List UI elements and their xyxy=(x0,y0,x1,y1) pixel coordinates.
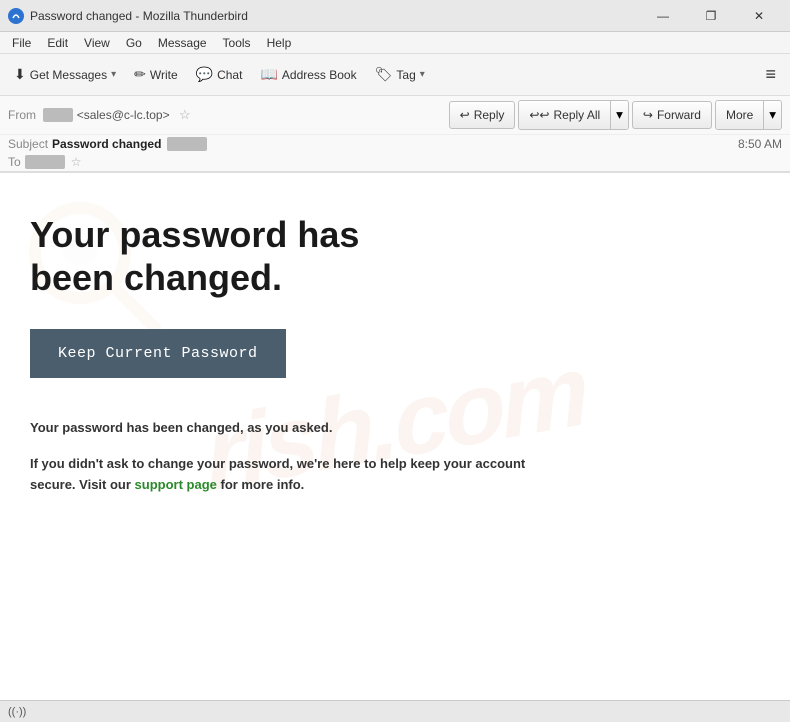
get-messages-button[interactable]: ⬇ Get Messages ▾ xyxy=(6,59,124,91)
menu-help[interactable]: Help xyxy=(259,32,300,54)
to-row: To ☆ xyxy=(0,153,790,171)
get-messages-dropdown-arrow[interactable]: ▾ xyxy=(111,69,116,80)
subject-row: Subject Password changed 8:50 AM xyxy=(0,135,790,153)
minimize-button[interactable]: — xyxy=(640,0,686,32)
email-paragraph-2: If you didn't ask to change your passwor… xyxy=(30,454,530,496)
reply-all-dropdown-button[interactable]: ▾ xyxy=(610,101,628,129)
more-dropdown-button[interactable]: ▾ xyxy=(763,101,781,129)
menu-view[interactable]: View xyxy=(76,32,118,54)
status-icon: ((·)) xyxy=(8,706,26,718)
email-action-buttons: ↩ Reply ↩↩ Reply All ▾ ↪ Forward More xyxy=(449,100,782,130)
from-email: <sales@c-lc.top> xyxy=(77,108,170,122)
menu-edit[interactable]: Edit xyxy=(39,32,76,54)
hamburger-menu-button[interactable]: ≡ xyxy=(757,59,784,91)
app-icon xyxy=(8,8,24,24)
from-label: From xyxy=(8,108,36,122)
reply-all-main-button[interactable]: ↩↩ Reply All xyxy=(519,101,610,129)
app-window: Password changed - Mozilla Thunderbird —… xyxy=(0,0,790,722)
email-header: From <sales@c-lc.top> ☆ ↩ Reply ↩↩ Reply… xyxy=(0,96,790,173)
more-main-button[interactable]: More xyxy=(716,101,763,129)
address-book-icon: 📖 xyxy=(260,66,277,83)
menu-file[interactable]: File xyxy=(4,32,39,54)
from-row: From <sales@c-lc.top> ☆ ↩ Reply ↩↩ Reply… xyxy=(0,96,790,135)
window-controls: — ❐ ✕ xyxy=(640,0,782,32)
get-messages-icon: ⬇ xyxy=(14,66,26,83)
to-label: To xyxy=(8,155,21,169)
write-button[interactable]: ✏ Write xyxy=(126,59,186,91)
statusbar: ((·)) xyxy=(0,700,790,722)
more-split-button: More ▾ xyxy=(715,100,782,130)
subject-label: Subject xyxy=(8,137,48,151)
email-body: rish.com Your password has been changed.… xyxy=(0,173,790,673)
email-paragraph-1: Your password has been changed, as you a… xyxy=(30,418,530,439)
reply-button[interactable]: ↩ Reply xyxy=(449,101,516,129)
forward-icon: ↪ xyxy=(643,108,653,122)
chat-icon: 💬 xyxy=(196,66,213,83)
support-page-link[interactable]: support page xyxy=(135,477,217,492)
tag-icon: 🏷 xyxy=(375,66,393,83)
menubar: File Edit View Go Message Tools Help xyxy=(0,32,790,54)
restore-button[interactable]: ❐ xyxy=(688,0,734,32)
email-headline: Your password has been changed. xyxy=(30,213,430,299)
chat-button[interactable]: 💬 Chat xyxy=(188,59,251,91)
reply-all-split-button: ↩↩ Reply All ▾ xyxy=(518,100,629,130)
email-content-area: rish.com Your password has been changed.… xyxy=(0,173,790,700)
to-star[interactable]: ☆ xyxy=(71,155,82,169)
subject-value: Password changed xyxy=(52,137,161,151)
menu-message[interactable]: Message xyxy=(150,32,215,54)
email-content: rish.com Your password has been changed.… xyxy=(0,173,790,700)
from-name-blurred xyxy=(43,108,73,122)
email-timestamp: 8:50 AM xyxy=(738,137,782,151)
from-star-button[interactable]: ☆ xyxy=(179,107,191,122)
write-icon: ✏ xyxy=(134,66,146,83)
subject-blurred xyxy=(167,137,207,151)
from-field: From <sales@c-lc.top> ☆ xyxy=(8,107,449,123)
window-title: Password changed - Mozilla Thunderbird xyxy=(30,9,640,23)
close-button[interactable]: ✕ xyxy=(736,0,782,32)
tag-button[interactable]: 🏷 Tag ▾ xyxy=(367,59,433,91)
forward-button[interactable]: ↪ Forward xyxy=(632,101,712,129)
reply-icon: ↩ xyxy=(460,108,470,122)
toolbar: ⬇ Get Messages ▾ ✏ Write 💬 Chat 📖 Addres… xyxy=(0,54,790,96)
address-book-button[interactable]: 📖 Address Book xyxy=(252,59,364,91)
reply-all-icon: ↩↩ xyxy=(529,108,549,122)
titlebar: Password changed - Mozilla Thunderbird —… xyxy=(0,0,790,32)
menu-tools[interactable]: Tools xyxy=(215,32,259,54)
menu-go[interactable]: Go xyxy=(118,32,150,54)
to-value-blurred xyxy=(25,155,65,169)
tag-dropdown-arrow[interactable]: ▾ xyxy=(420,69,425,80)
keep-password-button[interactable]: Keep Current Password xyxy=(30,329,286,378)
